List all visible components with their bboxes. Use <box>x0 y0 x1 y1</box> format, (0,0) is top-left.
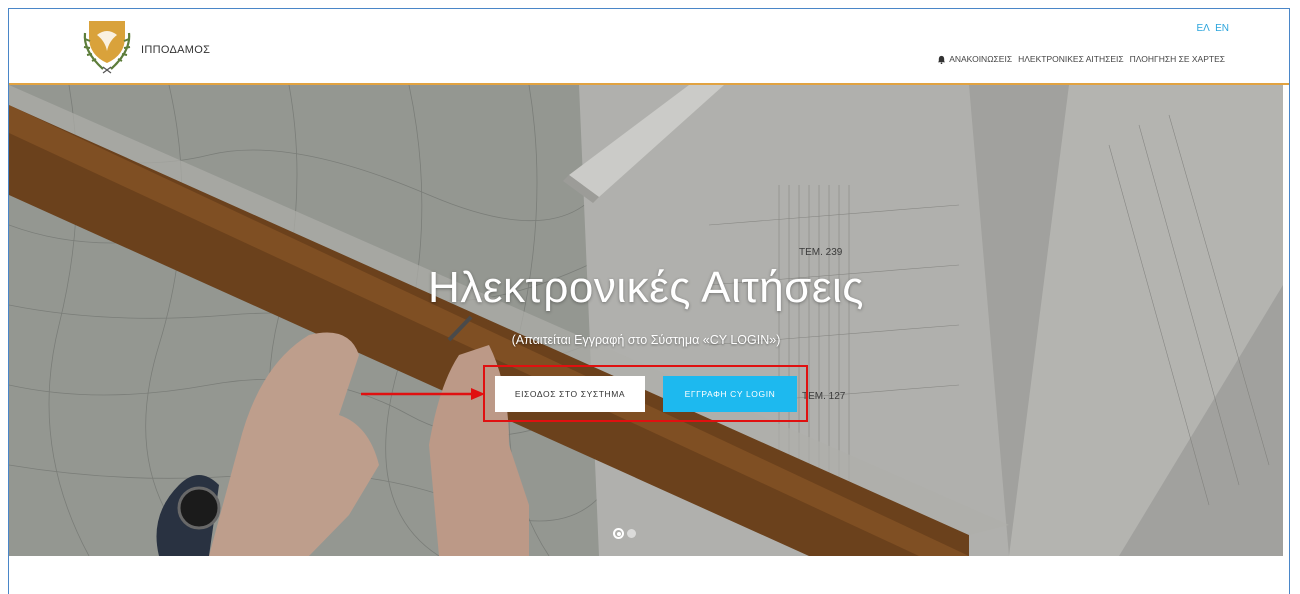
arrow-right-icon <box>361 388 485 400</box>
lang-el-link[interactable]: ΕΛ <box>1197 23 1210 34</box>
main-nav: ΑΝΑΚΟΙΝΩΣΕΙΣ ΗΛΕΚΤΡΟΝΙΚΕΣ ΑΙΤΗΣΕΙΣ ΠΛΟΗΓ… <box>937 54 1225 64</box>
nav-announcements-label: ΑΝΑΚΟΙΝΩΣΕΙΣ <box>949 54 1013 64</box>
nav-electronic-applications-label: ΗΛΕΚΤΡΟΝΙΚΕΣ ΑΙΤΗΣΕΙΣ <box>1018 54 1124 64</box>
language-switcher: ΕΛ EN <box>1194 23 1230 34</box>
nav-announcements[interactable]: ΑΝΑΚΟΙΝΩΣΕΙΣ <box>937 54 1012 64</box>
nav-map-navigation-label: ΠΛΟΗΓΗΣΗ ΣΕ ΧΑΡΤΕΣ <box>1129 54 1225 64</box>
lang-en-link[interactable]: EN <box>1215 23 1229 34</box>
site-header: ΙΠΠΟΔΑΜΟΣ ΕΛ EN ΑΝΑΚΟΙΝΩΣΕΙΣ ΗΛΕΚΤΡΟΝΙΚΕ… <box>9 9 1289 83</box>
hero-subtitle: (Απαιτείται Εγγραφή στο Σύστημα «CY LOGI… <box>511 333 781 347</box>
browser-frame: ΙΠΠΟΔΑΜΟΣ ΕΛ EN ΑΝΑΚΟΙΝΩΣΕΙΣ ΗΛΕΚΤΡΟΝΙΚΕ… <box>8 8 1290 594</box>
login-button[interactable]: ΕΙΣΟΔΟΣ ΣΤΟ ΣΥΣΤΗΜΑ <box>495 376 645 412</box>
nav-map-navigation[interactable]: ΠΛΟΗΓΗΣΗ ΣΕ ΧΑΡΤΕΣ <box>1130 54 1225 64</box>
cyprus-coat-of-arms-logo[interactable] <box>79 15 135 75</box>
nav-electronic-applications[interactable]: ΗΛΕΚΤΡΟΝΙΚΕΣ ΑΙΤΗΣΕΙΣ <box>1018 54 1124 64</box>
bell-icon <box>938 55 946 64</box>
hero-slider: ΤΕΜ. 239 ΤΕΜ. 127 Ηλεκτρονικές Αιτήσεις … <box>9 85 1283 556</box>
slider-dot-2[interactable] <box>627 529 636 538</box>
slider-dot-1[interactable] <box>613 528 624 539</box>
brand-name[interactable]: ΙΠΠΟΔΑΜΟΣ <box>141 44 210 56</box>
hero-background-image: ΤΕΜ. 239 ΤΕΜ. 127 <box>9 85 1283 556</box>
register-cy-login-button[interactable]: ΕΓΓΡΑΦΗ CY LOGIN <box>663 376 797 412</box>
slider-dots <box>613 528 636 539</box>
hero-title: Ηλεκτρονικές Αιτήσεις <box>428 263 864 312</box>
